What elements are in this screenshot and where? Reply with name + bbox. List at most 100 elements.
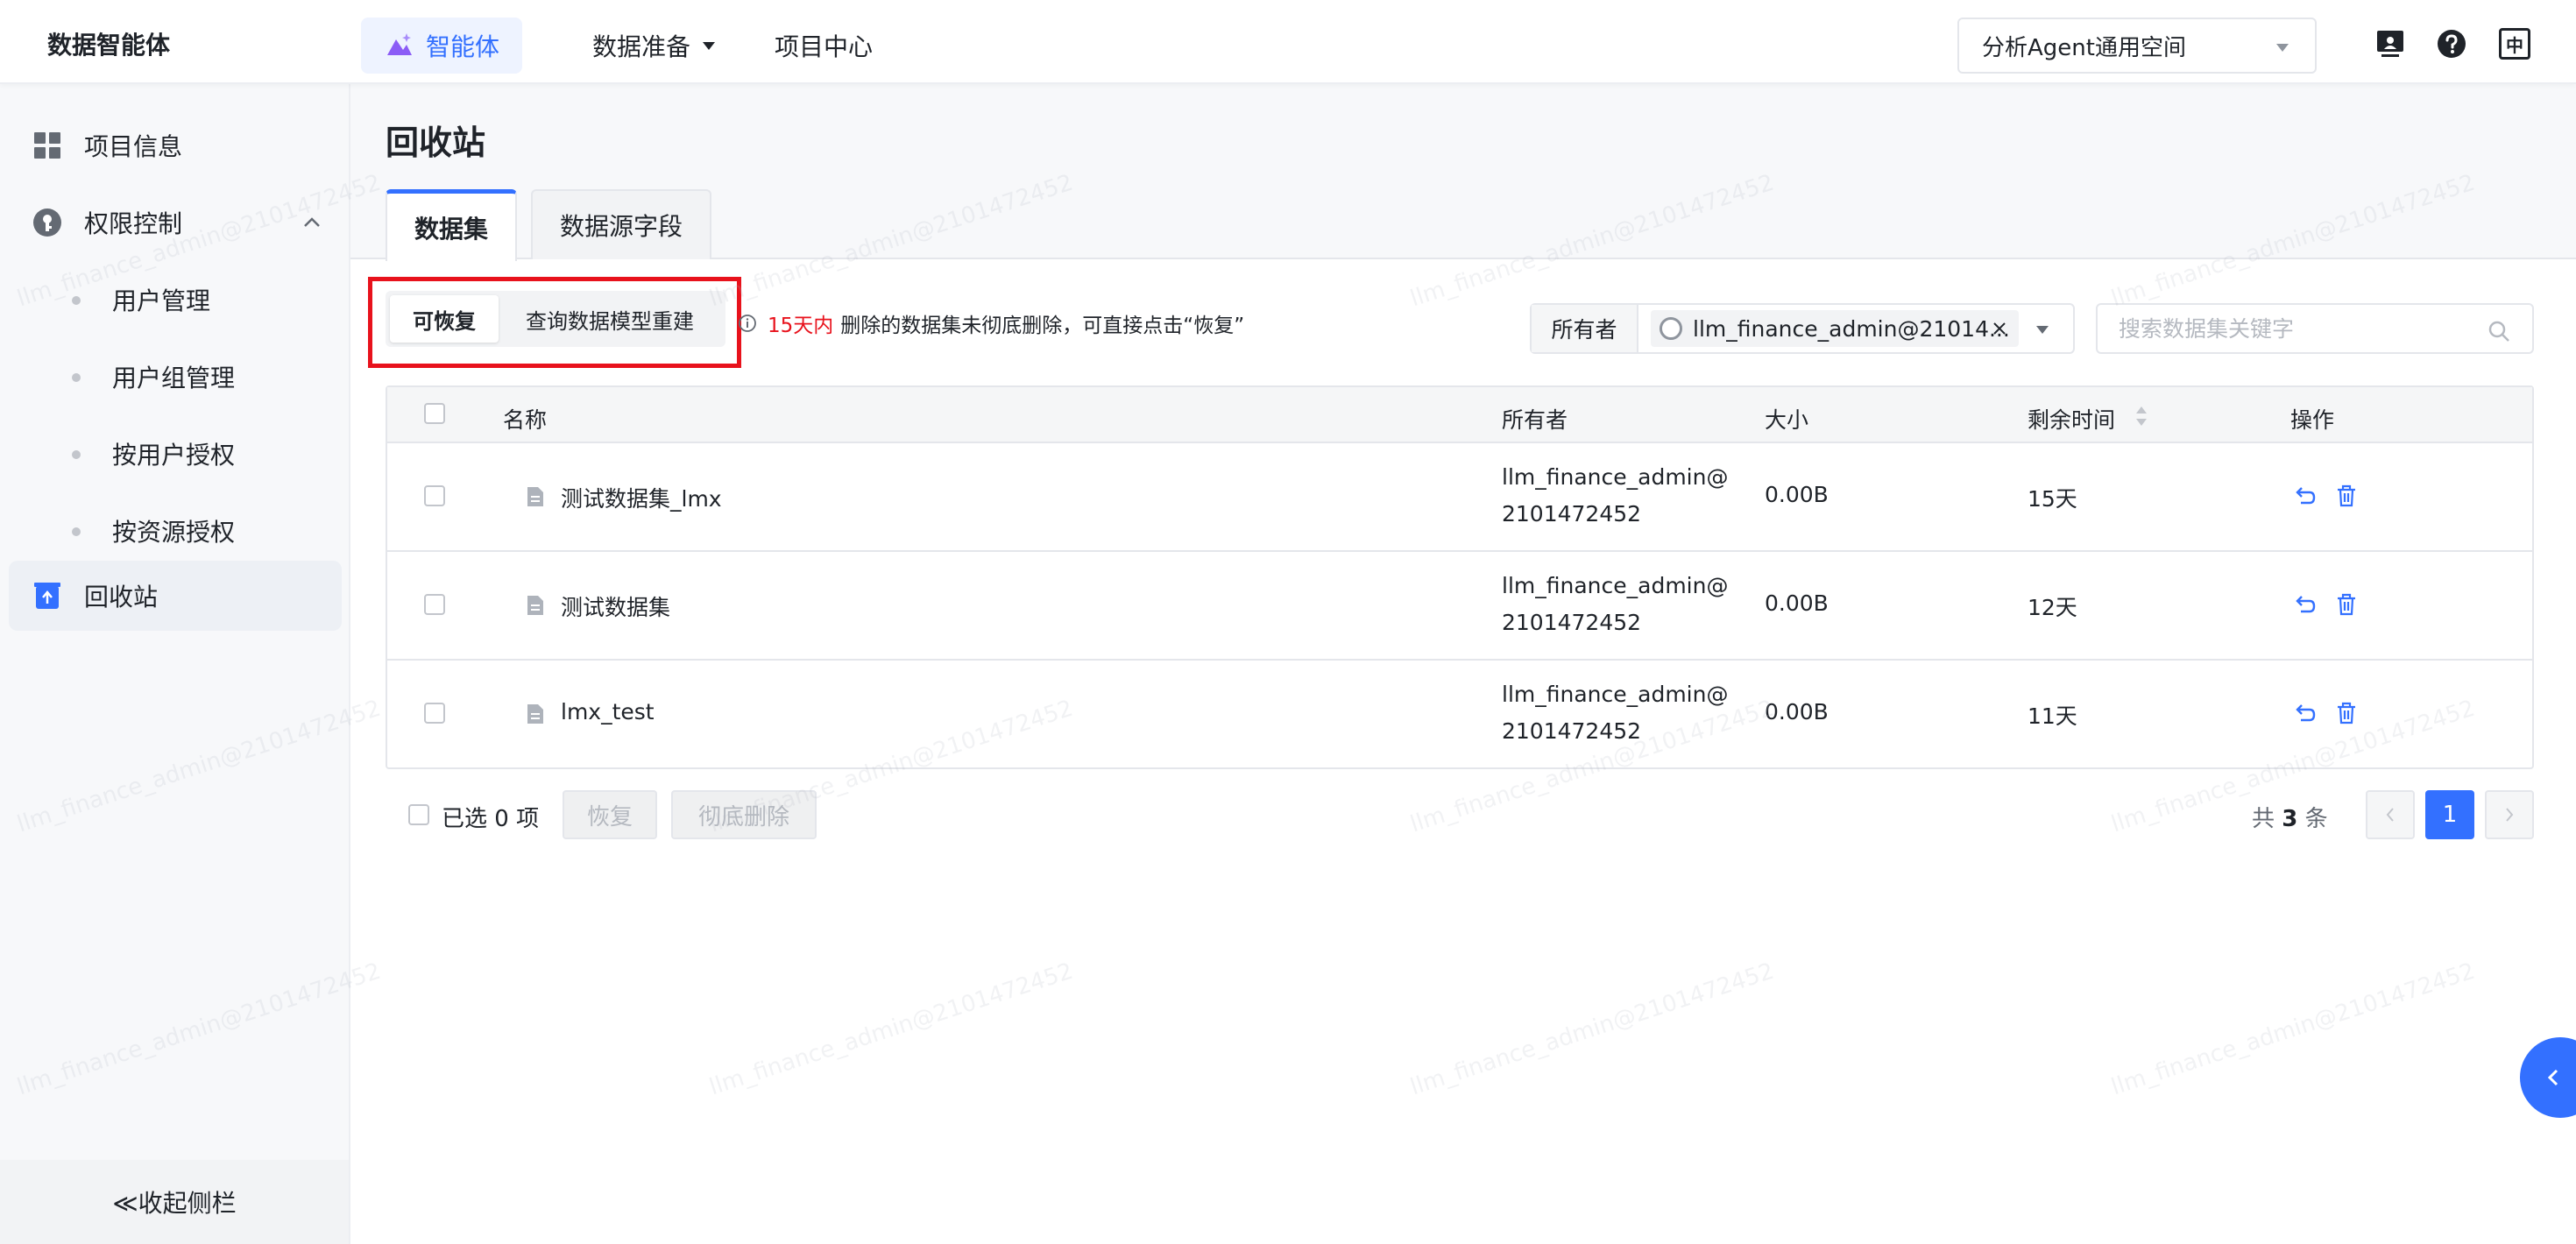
caret-down-icon bbox=[703, 41, 716, 50]
sidebar-item-label: 权限控制 bbox=[84, 209, 183, 238]
delete-icon[interactable] bbox=[2334, 484, 2359, 508]
info-icon bbox=[739, 315, 756, 332]
app-title: 数据智能体 bbox=[47, 31, 171, 60]
sidebar-item-recycle-bin[interactable]: 回收站 bbox=[9, 561, 342, 631]
chevron-left-icon bbox=[2386, 808, 2394, 822]
restore-icon[interactable] bbox=[2292, 484, 2317, 508]
chevron-left-icon bbox=[2547, 1069, 2558, 1086]
sidebar: 项目信息 权限控制 用户管理 用户组管理 按用户授权 按资源授权 回收站 ≪收起… bbox=[0, 84, 350, 1244]
dataset-name[interactable]: 测试数据集 bbox=[561, 590, 670, 622]
restore-button[interactable]: 恢复 bbox=[563, 790, 657, 839]
close-icon[interactable] bbox=[1991, 320, 2008, 337]
sidebar-item-user-management[interactable]: 用户管理 bbox=[0, 265, 342, 335]
language-icon[interactable]: 中 bbox=[2499, 28, 2530, 60]
segment-model-rebuild[interactable]: 查询数据模型重建 bbox=[499, 295, 721, 343]
nav-project-center-label: 项目中心 bbox=[775, 32, 874, 61]
sidebar-item-label: 回收站 bbox=[84, 583, 159, 611]
column-remaining: 剩余时间 bbox=[2028, 407, 2116, 433]
notice-text: 删除的数据集未彻底删除，可直接点击“恢复” bbox=[840, 315, 1245, 337]
column-name: 名称 bbox=[503, 407, 548, 433]
sidebar-item-group-management[interactable]: 用户组管理 bbox=[0, 342, 342, 412]
total-number: 3 bbox=[2282, 806, 2298, 832]
chevron-up-icon[interactable] bbox=[301, 212, 322, 233]
search-icon[interactable] bbox=[2487, 319, 2511, 343]
restore-icon[interactable] bbox=[2292, 592, 2317, 617]
key-icon bbox=[33, 209, 61, 237]
nav-data-prep-label: 数据准备 bbox=[592, 32, 691, 61]
prev-page-button[interactable] bbox=[2366, 790, 2415, 839]
top-bar: 数据智能体 智能体 数据准备 项目中心 分析Agent通用空间 中 bbox=[0, 0, 2576, 84]
sidebar-item-label: 项目信息 bbox=[84, 132, 183, 161]
recycle-icon bbox=[34, 583, 60, 609]
file-icon bbox=[527, 704, 543, 724]
recycle-table: 名称 所有者 大小 剩余时间 操作 测试数据集_lmx llm_finance_… bbox=[386, 385, 2534, 769]
selected-count: 已选 0 项 bbox=[442, 806, 540, 832]
owner-tag: llm_finance_admin@21014... bbox=[1651, 310, 2019, 347]
delete-icon[interactable] bbox=[2334, 701, 2359, 725]
file-icon bbox=[527, 487, 543, 506]
dataset-size: 0.00B bbox=[1765, 699, 1829, 724]
dataset-size: 0.00B bbox=[1765, 590, 1829, 616]
column-actions: 操作 bbox=[2290, 407, 2335, 433]
sidebar-sub-label: 用户组管理 bbox=[112, 364, 236, 392]
restore-icon[interactable] bbox=[2292, 701, 2317, 725]
caret-down-icon[interactable] bbox=[2036, 326, 2049, 334]
sidebar-item-permission[interactable]: 权限控制 bbox=[9, 187, 342, 258]
tab-datasource-fields[interactable]: 数据源字段 bbox=[531, 189, 711, 259]
row-checkbox[interactable] bbox=[424, 485, 445, 506]
watermark: llm_finance_admin@2101472452 bbox=[2107, 958, 2479, 1101]
select-all-checkbox[interactable] bbox=[424, 403, 445, 424]
file-icon bbox=[527, 596, 543, 615]
dataset-owner: llm_finance_admin@2101472452 bbox=[1502, 573, 1729, 635]
table-row: 测试数据集_lmx llm_finance_admin@2101472452 0… bbox=[387, 443, 2532, 552]
dataset-name[interactable]: 测试数据集_lmx bbox=[561, 482, 722, 513]
grid-icon bbox=[34, 132, 60, 159]
chevron-right-icon bbox=[2506, 808, 2514, 822]
nav-agent[interactable]: 智能体 bbox=[361, 18, 522, 74]
agent-icon bbox=[387, 33, 412, 55]
total-prefix: 共 bbox=[2252, 806, 2275, 832]
total-suffix: 条 bbox=[2304, 806, 2328, 832]
tab-datasets[interactable]: 数据集 bbox=[386, 189, 517, 261]
bullet-dot bbox=[72, 296, 81, 305]
table-row: lmx_test llm_finance_admin@2101472452 0.… bbox=[387, 661, 2532, 769]
segmented-control: 可恢复 查询数据模型重建 bbox=[386, 291, 725, 347]
sidebar-item-user-auth[interactable]: 按用户授权 bbox=[0, 419, 342, 489]
dataset-remaining: 15天 bbox=[2028, 486, 2077, 512]
bullet-dot bbox=[72, 373, 81, 382]
page-header: 回收站 数据集 数据源字段 bbox=[350, 84, 2576, 261]
sidebar-sub-label: 用户管理 bbox=[112, 286, 211, 315]
delete-permanently-button[interactable]: 彻底删除 bbox=[671, 790, 817, 839]
dataset-owner: llm_finance_admin@2101472452 bbox=[1502, 682, 1729, 744]
bullet-dot bbox=[72, 450, 81, 459]
footer-select-checkbox[interactable] bbox=[408, 804, 429, 825]
sidebar-item-project-info[interactable]: 项目信息 bbox=[9, 110, 342, 180]
row-checkbox[interactable] bbox=[424, 594, 445, 615]
dataset-owner: llm_finance_admin@2101472452 bbox=[1502, 464, 1729, 527]
sidebar-sub-label: 按用户授权 bbox=[112, 441, 236, 470]
retention-notice: 15天内 删除的数据集未彻底删除，可直接点击“恢复” bbox=[738, 308, 1244, 338]
expand-panel-button[interactable] bbox=[2520, 1037, 2576, 1118]
dataset-remaining: 12天 bbox=[2028, 595, 2077, 620]
next-page-button[interactable] bbox=[2485, 790, 2534, 839]
owner-filter[interactable]: 所有者 llm_finance_admin@21014... bbox=[1530, 303, 2075, 354]
monitor-icon[interactable] bbox=[2374, 28, 2406, 60]
sidebar-item-resource-auth[interactable]: 按资源授权 bbox=[0, 496, 342, 566]
sidebar-sub-label: 按资源授权 bbox=[112, 518, 236, 547]
table-header: 名称 所有者 大小 剩余时间 操作 bbox=[387, 387, 2532, 443]
sort-icon[interactable] bbox=[2134, 405, 2148, 428]
avatar bbox=[1660, 317, 1682, 340]
delete-icon[interactable] bbox=[2334, 592, 2359, 617]
segment-restorable[interactable]: 可恢复 bbox=[390, 295, 499, 343]
watermark: llm_finance_admin@2101472452 bbox=[1406, 958, 1778, 1101]
dataset-name[interactable]: lmx_test bbox=[561, 699, 655, 724]
nav-data-prep[interactable]: 数据准备 bbox=[592, 28, 716, 63]
workspace-select[interactable]: 分析Agent通用空间 bbox=[1957, 18, 2317, 74]
nav-project-center[interactable]: 项目中心 bbox=[775, 28, 873, 63]
help-icon[interactable] bbox=[2436, 28, 2467, 60]
row-checkbox[interactable] bbox=[424, 703, 445, 724]
search-input[interactable] bbox=[2119, 315, 2469, 342]
collapse-sidebar-button[interactable]: ≪收起侧栏 bbox=[0, 1160, 349, 1244]
total-count: 共 3 条 bbox=[2252, 801, 2328, 833]
page-button-current[interactable]: 1 bbox=[2425, 790, 2474, 839]
